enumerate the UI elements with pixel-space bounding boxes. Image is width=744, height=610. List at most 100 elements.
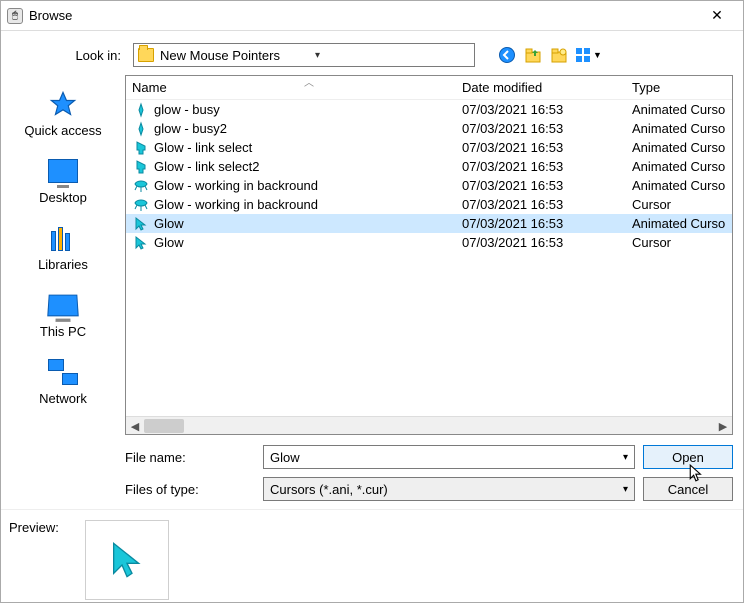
app-icon: 🖱 — [7, 8, 23, 24]
file-name: glow - busy — [154, 102, 220, 117]
file-date: 07/03/2021 16:53 — [462, 121, 632, 136]
titlebar: 🖱 Browse ✕ — [1, 1, 743, 31]
browse-dialog: 🖱 Browse ✕ Look in: New Mouse Pointers ▾… — [0, 0, 744, 603]
file-date: 07/03/2021 16:53 — [462, 178, 632, 193]
column-header-name[interactable]: Name — [132, 80, 462, 95]
file-list-area: Name Date modified Type ︿ glow - busy 07/… — [125, 75, 733, 435]
lookin-label: Look in: — [9, 48, 125, 63]
file-row[interactable]: glow - busy2 07/03/2021 16:53Animated Cur… — [126, 119, 732, 138]
preview-box — [85, 520, 169, 600]
sidebar-item-this-pc[interactable]: This PC — [15, 282, 111, 345]
file-date: 07/03/2021 16:53 — [462, 197, 632, 212]
file-type: Cursor — [632, 197, 726, 212]
view-menu-button[interactable]: ▼ — [575, 45, 602, 65]
file-type: Animated Cursor — [632, 140, 726, 155]
filename-value: Glow — [270, 450, 300, 465]
scroll-right-button[interactable]: ▶ — [714, 417, 732, 435]
preview-label: Preview: — [9, 520, 59, 535]
preview-row: Preview: — [1, 509, 743, 610]
file-date: 07/03/2021 16:53 — [462, 235, 632, 250]
file-date: 07/03/2021 16:53 — [462, 140, 632, 155]
lookin-row: Look in: New Mouse Pointers ▾ ▼ — [1, 31, 743, 75]
filename-input[interactable]: Glow ▾ — [263, 445, 635, 469]
file-list[interactable]: glow - busy07/03/2021 16:53Animated Curs… — [126, 100, 732, 416]
cancel-button[interactable]: Cancel — [643, 477, 733, 501]
filename-label: File name: — [125, 450, 255, 465]
cursor-file-icon — [132, 102, 150, 118]
file-name: Glow — [154, 235, 184, 250]
places-sidebar: Quick access Desktop Libraries This PC N… — [1, 75, 125, 435]
bottom-controls: File name: Glow ▾ Open Files of type: Cu… — [125, 435, 733, 501]
cursor-file-icon — [132, 216, 150, 232]
file-type: Animated Cursor — [632, 178, 726, 193]
cursor-file-icon — [132, 197, 150, 213]
chevron-down-icon[interactable]: ▾ — [623, 452, 628, 463]
filetype-label: Files of type: — [125, 482, 255, 497]
sidebar-item-network[interactable]: Network — [15, 349, 111, 412]
sidebar-item-label: Quick access — [17, 123, 109, 138]
file-type: Animated Cursor — [632, 121, 726, 136]
lookin-combo[interactable]: New Mouse Pointers ▾ — [133, 43, 475, 67]
file-date: 07/03/2021 16:53 — [462, 159, 632, 174]
open-button-label: Open — [672, 450, 704, 465]
file-type: Animated Cursor — [632, 102, 726, 117]
desktop-icon — [48, 159, 78, 183]
scroll-left-button[interactable]: ◀ — [126, 417, 144, 435]
cancel-button-label: Cancel — [668, 482, 708, 497]
chevron-down-icon: ▾ — [315, 50, 470, 61]
scroll-thumb[interactable] — [144, 419, 184, 433]
cursor-file-icon — [132, 235, 150, 251]
file-date: 07/03/2021 16:53 — [462, 102, 632, 117]
cursor-file-icon — [132, 140, 150, 156]
file-row[interactable]: Glow - working in backround 07/03/2021 16… — [126, 195, 732, 214]
preview-cursor-icon — [107, 540, 147, 580]
file-date: 07/03/2021 16:53 — [462, 216, 632, 231]
file-row[interactable]: Glow 07/03/2021 16:53Cursor — [126, 233, 732, 252]
sort-indicator-icon: ︿ — [304, 75, 314, 89]
middle-area: Quick access Desktop Libraries This PC N… — [1, 75, 743, 435]
file-name: Glow - working in backround — [154, 178, 318, 193]
filetype-select[interactable]: Cursors (*.ani, *.cur) ▾ — [263, 477, 635, 501]
file-row[interactable]: glow - busy 07/03/2021 16:53Animated Curs… — [126, 100, 732, 119]
file-row[interactable]: Glow - link select2 07/03/2021 16:53Anima… — [126, 157, 732, 176]
cursor-file-icon — [132, 159, 150, 175]
window-title: Browse — [29, 8, 697, 23]
close-button[interactable]: ✕ — [697, 2, 737, 30]
sidebar-item-libraries[interactable]: Libraries — [15, 215, 111, 278]
cursor-file-icon — [132, 121, 150, 137]
file-list-header[interactable]: Name Date modified Type ︿ — [126, 76, 732, 100]
sidebar-item-label: Network — [17, 391, 109, 406]
file-row[interactable]: Glow - working in backround 07/03/2021 16… — [126, 176, 732, 195]
up-one-level-button[interactable] — [523, 45, 543, 65]
chevron-down-icon[interactable]: ▾ — [623, 484, 628, 495]
sidebar-item-quick-access[interactable]: Quick access — [15, 81, 111, 144]
sidebar-item-desktop[interactable]: Desktop — [15, 148, 111, 211]
filetype-value: Cursors (*.ani, *.cur) — [270, 482, 388, 497]
folder-icon — [138, 48, 154, 62]
new-folder-button[interactable] — [549, 45, 569, 65]
star-icon — [49, 90, 77, 118]
file-row[interactable]: Glow - link select 07/03/2021 16:53Animat… — [126, 138, 732, 157]
cursor-file-icon — [132, 178, 150, 194]
sidebar-item-label: This PC — [17, 324, 109, 339]
network-icon — [48, 359, 78, 385]
sidebar-item-label: Libraries — [17, 257, 109, 272]
open-button[interactable]: Open — [643, 445, 733, 469]
file-row[interactable]: Glow07/03/2021 16:53Animated Cursor — [126, 214, 732, 233]
column-header-type[interactable]: Type — [632, 80, 726, 95]
file-name: Glow — [154, 216, 184, 231]
lookin-toolbar: ▼ — [497, 45, 602, 65]
pc-icon — [47, 295, 79, 317]
column-header-date[interactable]: Date modified — [462, 80, 632, 95]
libraries-icon — [49, 225, 77, 251]
back-button[interactable] — [497, 45, 517, 65]
file-type: Cursor — [632, 235, 726, 250]
file-name: Glow - link select2 — [154, 159, 259, 174]
file-name: Glow - link select — [154, 140, 252, 155]
lookin-folder-name: New Mouse Pointers — [160, 48, 315, 63]
horizontal-scrollbar[interactable]: ◀ ▶ — [126, 416, 732, 434]
file-type: Animated Cursor — [632, 159, 726, 174]
file-name: Glow - working in backround — [154, 197, 318, 212]
sidebar-item-label: Desktop — [17, 190, 109, 205]
file-name: glow - busy2 — [154, 121, 227, 136]
